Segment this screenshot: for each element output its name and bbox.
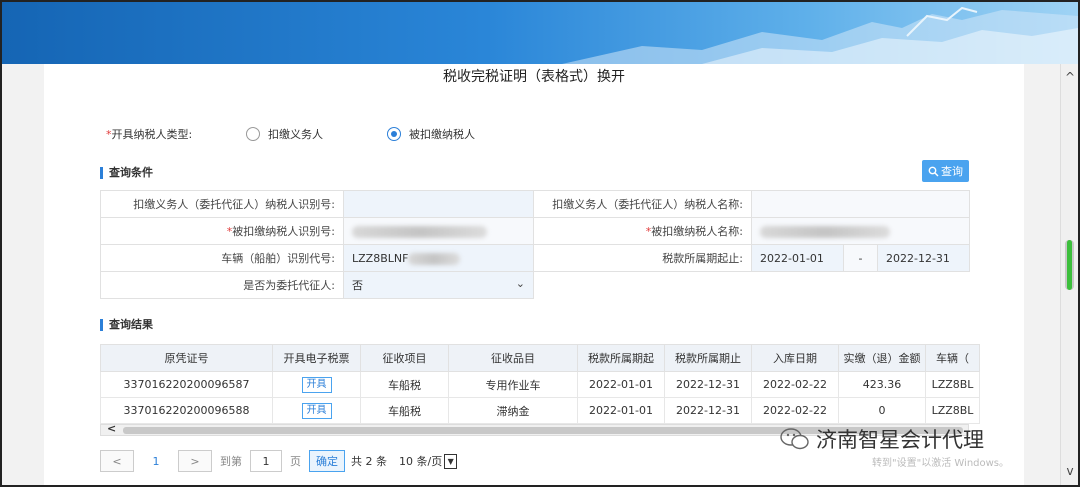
col-header: 开具电子税票: [272, 344, 361, 372]
table-row[interactable]: 337016220200096588 开具 车船税 滞纳金 2022-01-01…: [100, 397, 980, 424]
period-end-input[interactable]: 2022-12-31: [876, 244, 971, 272]
search-icon: [928, 166, 939, 176]
scroll-down-icon[interactable]: v: [1061, 464, 1078, 478]
page-unit-label: 页: [290, 455, 301, 468]
is-agent-label: 是否为委托代征人:: [100, 271, 344, 299]
period-start-input[interactable]: 2022-01-01: [751, 244, 844, 272]
tax-period-label: 税款所属期起止:: [533, 244, 752, 272]
scroll-up-icon[interactable]: ^: [1061, 70, 1078, 84]
vehicle-id-label: 车辆（船舶）识别代号:: [100, 244, 344, 272]
goto-label: 到第: [220, 455, 242, 468]
col-header: 税款所属期止: [664, 344, 752, 372]
redacted-value: [408, 252, 461, 265]
radio-withholding-agent[interactable]: 扣缴义务人: [246, 126, 323, 142]
wechat-watermark: 济南智星会计代理: [780, 424, 984, 454]
taxpayer-name-label: *被扣缴纳税人名称:: [533, 217, 752, 245]
col-header: 实缴（退）金额: [838, 344, 926, 372]
col-header: 入库日期: [751, 344, 839, 372]
is-agent-select[interactable]: 否 ⌄: [343, 271, 534, 299]
taxpayer-id-label: *被扣缴纳税人识别号:: [100, 217, 344, 245]
wechat-icon: [780, 428, 809, 450]
issue-e-ticket-button[interactable]: 开具: [301, 376, 332, 393]
col-header: 税款所属期起: [577, 344, 665, 372]
col-header: 征收项目: [360, 344, 449, 372]
vehicle-id-input[interactable]: LZZ8BLNF: [343, 244, 534, 272]
total-count: 共 2 条: [351, 455, 387, 468]
taxpayer-name-field[interactable]: [750, 217, 971, 245]
withholding-agent-name-label: 扣缴义务人（委托代征人）纳税人名称:: [533, 190, 752, 218]
taxpayer-type-label: *开具纳税人类型:: [106, 128, 193, 141]
col-header: 原凭证号: [100, 344, 273, 372]
chevron-down-icon: ▼: [444, 453, 458, 469]
withholding-agent-id-input[interactable]: [343, 190, 534, 218]
issue-e-ticket-button[interactable]: 开具: [301, 402, 332, 419]
col-header: 征收品目: [448, 344, 578, 372]
vertical-scrollbar[interactable]: ^ v: [1060, 64, 1078, 485]
scroll-left-icon[interactable]: <: [107, 422, 116, 435]
current-page[interactable]: 1: [134, 455, 178, 468]
pagination: < 1 > 到第 1 页 确定 共 2 条 10 条/页 ▼: [100, 450, 458, 472]
prev-page-button[interactable]: <: [100, 450, 134, 472]
header-banner: [2, 2, 1078, 64]
confirm-page-button[interactable]: 确定: [309, 450, 345, 472]
results-header-row: 原凭证号 开具电子税票 征收项目 征收品目 税款所属期起 税款所属期止 入库日期…: [100, 344, 980, 372]
withholding-agent-name-input[interactable]: [750, 190, 971, 218]
activation-notice: 转到"设置"以激活 Windows。: [872, 458, 1010, 469]
redacted-value: [760, 225, 890, 238]
page-size-select[interactable]: 10 条/页 ▼: [393, 453, 458, 469]
vertical-scroll-thumb[interactable]: [1065, 240, 1074, 290]
chevron-down-icon: ⌄: [515, 277, 525, 290]
period-separator: -: [843, 244, 878, 272]
radio-withheld-taxpayer[interactable]: 被扣缴纳税人: [387, 126, 475, 142]
radio-circle[interactable]: [246, 127, 260, 141]
great-wall-graphic: [562, 6, 1078, 64]
page-title: 税收完税证明（表格式）换开: [443, 69, 625, 85]
col-header: 车辆（: [925, 344, 980, 372]
redacted-value: [352, 225, 487, 238]
screen-frame: 税收完税证明（表格式）换开 *开具纳税人类型: 扣缴义务人 被扣缴纳税人 查询条…: [0, 0, 1080, 487]
table-row[interactable]: 337016220200096587 开具 车船税 专用作业车 2022-01-…: [100, 371, 980, 398]
query-button[interactable]: 查询: [922, 160, 969, 182]
goto-page-input[interactable]: 1: [250, 450, 282, 472]
chevron-left-icon: <: [112, 454, 122, 468]
chevron-right-icon: >: [190, 454, 200, 468]
radio-circle-selected[interactable]: [387, 127, 401, 141]
next-page-button[interactable]: >: [178, 450, 212, 472]
query-results-heading: 查询结果: [100, 319, 153, 331]
query-conditions-table: 扣缴义务人（委托代征人）纳税人识别号: 扣缴义务人（委托代征人）纳税人名称: *…: [100, 190, 971, 299]
withholding-agent-id-label: 扣缴义务人（委托代征人）纳税人识别号:: [100, 190, 344, 218]
taxpayer-id-field[interactable]: [343, 217, 534, 245]
results-table: 原凭证号 开具电子税票 征收项目 征收品目 税款所属期起 税款所属期止 入库日期…: [100, 344, 980, 424]
query-conditions-heading: 查询条件: [100, 167, 153, 179]
